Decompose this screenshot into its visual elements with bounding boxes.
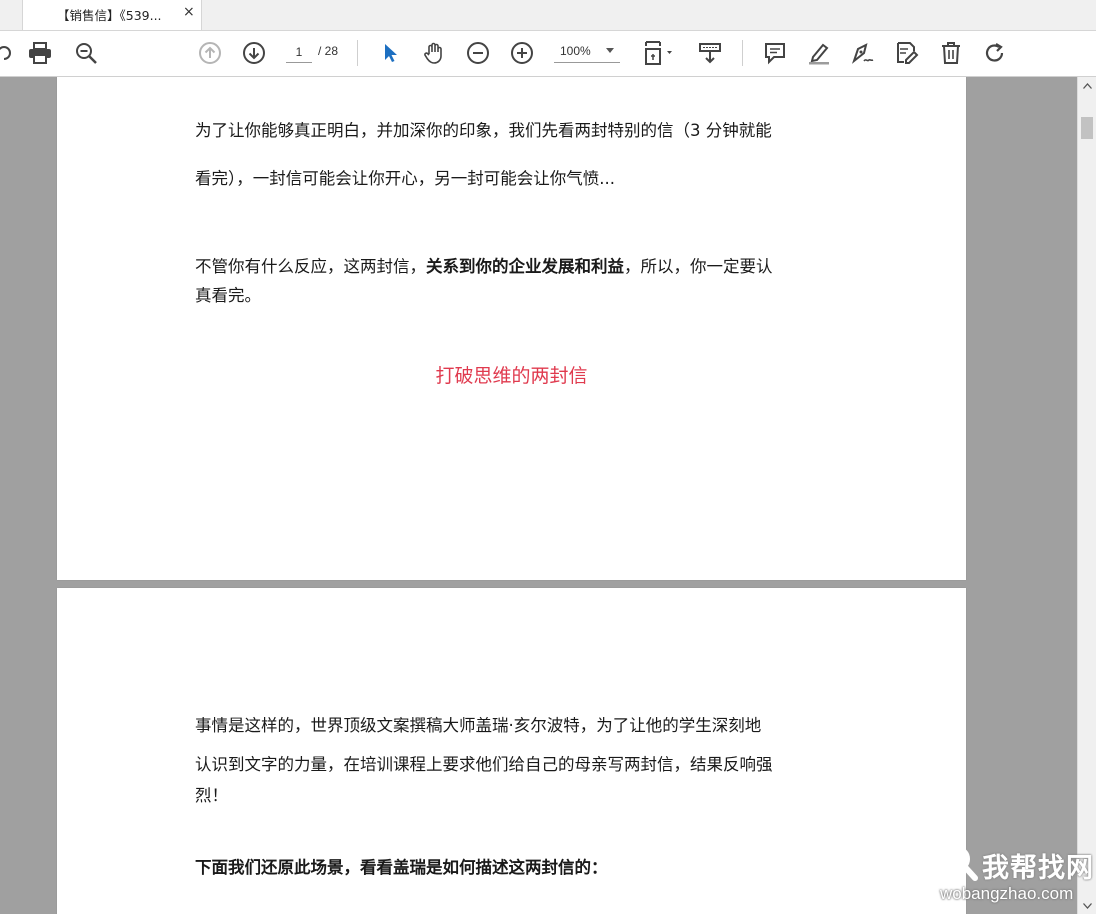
paragraph-text: 不管你有什么反应，这两封信， — [195, 257, 426, 276]
section-heading: 打破思维的两封信 — [435, 365, 588, 387]
toolbar: / 28 100% — [0, 31, 1096, 77]
paragraph-line: 认识到文字的力量，在培训课程上要求他们给自己的母亲写两封信，结果反响强 — [195, 755, 773, 774]
pdf-page: 事情是这样的，世界顶级文案撰稿大师盖瑞·亥尔波特，为了让他的学生深刻地 认识到文… — [57, 588, 966, 914]
tab-bar: 【销售信】《539... × — [0, 0, 1096, 31]
watermark-magnifier-icon — [944, 846, 978, 881]
pdf-page: 为了让你能够真正明白，并加深你的印象，我们先看两封特别的信（3 分钟就能 看完）… — [57, 77, 966, 580]
zoom-level-dropdown[interactable]: 100% — [554, 42, 620, 63]
sign-icon[interactable] — [849, 39, 877, 67]
toolbar-divider — [357, 40, 358, 66]
paragraph-text: ，所以，你一定要认 — [624, 257, 773, 276]
watermark: 我帮找网 wobangzhao.com — [936, 838, 1094, 912]
bold-text: 关系到你的企业发展和利益 — [426, 257, 624, 276]
paragraph-line: 不管你有什么反应，这两封信，关系到你的企业发展和利益，所以，你一定要认 — [195, 253, 835, 277]
paragraph-line: 看完），一封信可能会让你开心，另一封可能会让你气愤... — [195, 169, 615, 188]
zoom-search-icon[interactable] — [72, 39, 100, 67]
document-tab[interactable]: 【销售信】《539... × — [22, 0, 202, 30]
zoom-in-icon[interactable] — [508, 39, 536, 67]
share-icon[interactable] — [0, 39, 18, 67]
paragraph-line: 事情是这样的，世界顶级文案撰稿大师盖瑞·亥尔波特，为了让他的学生深刻地 — [195, 716, 762, 735]
zoom-value: 100% — [560, 44, 591, 58]
prev-page-icon[interactable] — [196, 39, 224, 67]
edit-pdf-icon[interactable] — [893, 39, 921, 67]
paragraph-line: 烈！ — [195, 786, 228, 805]
delete-icon[interactable] — [937, 39, 965, 67]
scrollbar-thumb[interactable] — [1081, 117, 1093, 139]
bold-paragraph: 下面我们还原此场景，看看盖瑞是如何描述这两封信的： — [195, 858, 608, 877]
page-fit-icon[interactable] — [642, 39, 678, 67]
vertical-scrollbar[interactable] — [1077, 77, 1096, 914]
document-viewport[interactable]: 为了让你能够真正明白，并加深你的印象，我们先看两封特别的信（3 分钟就能 看完）… — [0, 77, 1077, 914]
zoom-out-icon[interactable] — [464, 39, 492, 67]
select-cursor-icon[interactable] — [376, 39, 404, 67]
hand-tool-icon[interactable] — [420, 39, 448, 67]
paragraph-line: 真看完。 — [195, 286, 261, 305]
scroll-mode-icon[interactable] — [696, 39, 724, 67]
toolbar-divider — [742, 40, 743, 66]
print-icon[interactable] — [26, 39, 54, 67]
next-page-icon[interactable] — [240, 39, 268, 67]
watermark-url: wobangzhao.com — [940, 884, 1074, 903]
scroll-up-arrow-icon[interactable] — [1078, 77, 1096, 94]
page-total: / 28 — [318, 44, 339, 58]
rotate-icon[interactable] — [981, 39, 1009, 67]
tab-close-button[interactable]: × — [183, 4, 195, 20]
paragraph-line: 为了让你能够真正明白，并加深你的印象，我们先看两封特别的信（3 分钟就能 — [195, 121, 772, 140]
chevron-down-icon — [606, 48, 614, 53]
page-number-input[interactable] — [286, 42, 312, 63]
highlight-icon[interactable] — [805, 39, 833, 67]
comment-icon[interactable] — [761, 39, 789, 67]
watermark-text: 我帮找网 — [982, 853, 1094, 884]
tab-title: 【销售信】《539... — [57, 8, 162, 23]
